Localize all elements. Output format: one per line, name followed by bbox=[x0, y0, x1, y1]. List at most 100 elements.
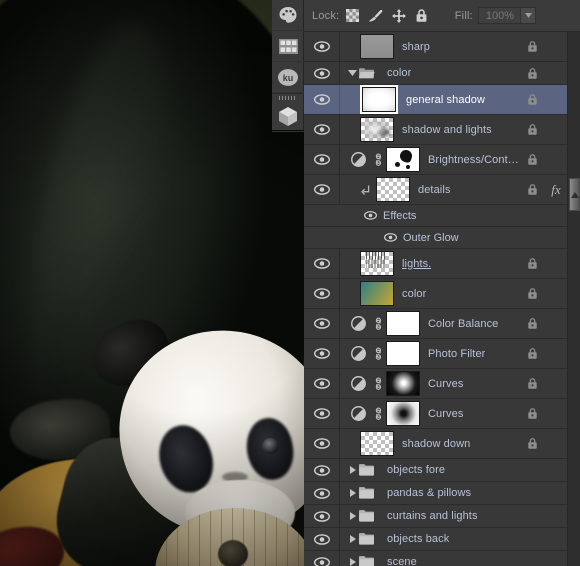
layer-visibility-toggle[interactable] bbox=[304, 482, 340, 504]
layer-lock-icon[interactable] bbox=[519, 93, 545, 106]
layer-visibility-toggle[interactable] bbox=[304, 399, 340, 428]
layer-row-details[interactable]: details fx bbox=[304, 175, 567, 205]
fill-input-group[interactable]: 100% bbox=[477, 7, 536, 24]
layer-visibility-toggle[interactable] bbox=[304, 62, 340, 84]
fill-value[interactable]: 100% bbox=[479, 10, 520, 22]
layer-visibility-toggle[interactable] bbox=[304, 249, 340, 278]
layer-lock-icon[interactable] bbox=[519, 347, 545, 360]
layer-lock-icon[interactable] bbox=[519, 40, 545, 53]
dock-grip-handle[interactable] bbox=[272, 93, 303, 101]
layer-name[interactable]: general shadow bbox=[406, 94, 485, 106]
chevron-down-icon[interactable] bbox=[520, 8, 535, 23]
layer-lock-icon[interactable] bbox=[519, 123, 545, 136]
layer-visibility-toggle[interactable] bbox=[304, 528, 340, 550]
layer-visibility-toggle[interactable] bbox=[304, 339, 340, 368]
layer-lock-icon[interactable] bbox=[519, 183, 545, 196]
layer-visibility-toggle[interactable] bbox=[304, 175, 340, 204]
layer-row-sharp[interactable]: sharp bbox=[304, 32, 567, 62]
effects-visibility-icon[interactable] bbox=[364, 211, 377, 220]
layer-row-color[interactable]: color bbox=[304, 62, 567, 85]
triangle-up-icon bbox=[570, 191, 579, 198]
lock-position-icon[interactable] bbox=[392, 8, 407, 23]
layer-row-shadow-and-lights[interactable]: shadow and lights bbox=[304, 115, 567, 145]
layers-scrollbar[interactable] bbox=[567, 32, 580, 566]
layer-name[interactable]: objects fore bbox=[387, 464, 445, 476]
layer-row-objects-fore[interactable]: objects fore bbox=[304, 459, 567, 482]
layer-fx-badge[interactable]: fx bbox=[545, 182, 567, 198]
layer-name[interactable]: Curves bbox=[428, 408, 463, 420]
layer-name[interactable]: scene bbox=[387, 556, 417, 566]
folder-closed-icon bbox=[359, 532, 379, 546]
layer-effects-group-row[interactable]: Effects bbox=[304, 205, 567, 227]
layer-visibility-toggle[interactable] bbox=[304, 115, 340, 144]
layer-row-curtains-and-lights[interactable]: curtains and lights bbox=[304, 505, 567, 528]
chevron-right-icon[interactable] bbox=[346, 535, 359, 543]
effect-visibility-icon[interactable] bbox=[384, 233, 397, 242]
layer-name[interactable]: Brightness/Contrast bbox=[428, 154, 519, 166]
layer-row-curves[interactable]: Curves bbox=[304, 399, 567, 429]
layer-visibility-toggle[interactable] bbox=[304, 145, 340, 174]
layer-lock-icon[interactable] bbox=[519, 287, 545, 300]
layer-row-pandas-pillows[interactable]: pandas & pillows bbox=[304, 482, 567, 505]
layer-lock-icon[interactable] bbox=[519, 67, 545, 80]
layer-row-shadow-down[interactable]: shadow down bbox=[304, 429, 567, 459]
link-mask-icon[interactable] bbox=[370, 407, 386, 421]
lock-all-icon[interactable] bbox=[415, 8, 428, 23]
layer-lock-icon[interactable] bbox=[519, 153, 545, 166]
layer-visibility-toggle[interactable] bbox=[304, 429, 340, 458]
layer-name[interactable]: shadow and lights bbox=[402, 124, 492, 136]
layer-name[interactable]: lights. bbox=[402, 258, 431, 270]
layer-visibility-toggle[interactable] bbox=[304, 85, 340, 114]
layer-lock-icon[interactable] bbox=[519, 437, 545, 450]
scrollbar-thumb[interactable] bbox=[569, 178, 580, 211]
chevron-down-icon[interactable] bbox=[346, 70, 359, 76]
layer-effect-row[interactable]: Outer Glow bbox=[304, 227, 567, 249]
layer-name[interactable]: shadow down bbox=[402, 438, 470, 450]
layer-visibility-toggle[interactable] bbox=[304, 551, 340, 566]
chevron-right-icon[interactable] bbox=[346, 466, 359, 474]
layer-name[interactable]: curtains and lights bbox=[387, 510, 478, 522]
lock-transparent-pixels-icon[interactable] bbox=[346, 9, 360, 22]
layer-name[interactable]: color bbox=[402, 288, 426, 300]
chevron-right-icon[interactable] bbox=[346, 558, 359, 566]
3d-cube-icon[interactable] bbox=[272, 101, 304, 132]
layer-name[interactable]: Curves bbox=[428, 378, 463, 390]
link-mask-icon[interactable] bbox=[370, 317, 386, 331]
layer-row-color[interactable]: color bbox=[304, 279, 567, 309]
layer-lock-icon[interactable] bbox=[519, 317, 545, 330]
layer-visibility-toggle[interactable] bbox=[304, 459, 340, 481]
layer-visibility-toggle[interactable] bbox=[304, 309, 340, 338]
layer-lock-icon[interactable] bbox=[519, 407, 545, 420]
layer-row-lights-[interactable]: lights. bbox=[304, 249, 567, 279]
layer-name[interactable]: Color Balance bbox=[428, 318, 498, 330]
layer-visibility-toggle[interactable] bbox=[304, 505, 340, 527]
layer-row-objects-back[interactable]: objects back bbox=[304, 528, 567, 551]
layer-row-color-balance[interactable]: Color Balance bbox=[304, 309, 567, 339]
color-palette-icon[interactable] bbox=[272, 0, 304, 31]
chevron-right-icon[interactable] bbox=[346, 512, 359, 520]
swatches-grid-icon[interactable] bbox=[272, 31, 304, 62]
layer-lock-icon[interactable] bbox=[519, 257, 545, 270]
layer-name[interactable]: pandas & pillows bbox=[387, 487, 471, 499]
layer-visibility-toggle[interactable] bbox=[304, 32, 340, 61]
lock-image-pixels-icon[interactable] bbox=[368, 9, 383, 22]
layer-name[interactable]: sharp bbox=[402, 41, 430, 53]
layer-name[interactable]: Photo Filter bbox=[428, 348, 485, 360]
layer-name[interactable]: objects back bbox=[387, 533, 449, 545]
layer-row-general-shadow[interactable]: general shadow bbox=[304, 85, 567, 115]
link-mask-icon[interactable] bbox=[370, 153, 386, 167]
layer-visibility-toggle[interactable] bbox=[304, 279, 340, 308]
layer-visibility-toggle[interactable] bbox=[304, 369, 340, 398]
layer-row-scene[interactable]: scene bbox=[304, 551, 567, 566]
link-mask-icon[interactable] bbox=[370, 377, 386, 391]
layer-row-brightness-contrast[interactable]: Brightness/Contrast bbox=[304, 145, 567, 175]
layer-name[interactable]: details bbox=[418, 184, 451, 196]
link-mask-icon[interactable] bbox=[370, 347, 386, 361]
chevron-right-icon[interactable] bbox=[346, 489, 359, 497]
layer-lock-icon[interactable] bbox=[519, 377, 545, 390]
layer-row-photo-filter[interactable]: Photo Filter bbox=[304, 339, 567, 369]
layer-row-curves[interactable]: Curves bbox=[304, 369, 567, 399]
kuler-icon[interactable]: ku bbox=[272, 62, 304, 93]
layer-name[interactable]: color bbox=[387, 67, 411, 79]
photoshop-window: ku Lock: Fill: 100% sharp color general … bbox=[0, 0, 580, 566]
